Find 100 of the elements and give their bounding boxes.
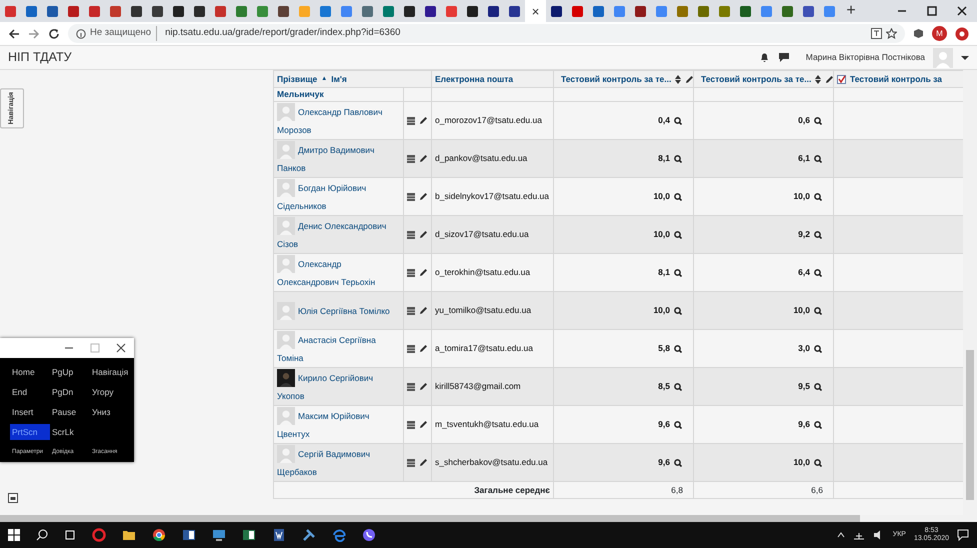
network-icon[interactable]	[852, 530, 865, 540]
search-icon[interactable]	[814, 458, 822, 466]
folder-icon[interactable]	[122, 528, 136, 542]
pencil-icon[interactable]	[419, 382, 428, 391]
back-icon[interactable]	[8, 28, 20, 40]
record-icon[interactable]	[955, 26, 969, 40]
extension-icon[interactable]	[913, 28, 924, 39]
keyboard-key[interactable]: PgUp	[50, 364, 90, 380]
pencil-icon[interactable]	[419, 230, 428, 239]
pencil-icon[interactable]	[419, 192, 428, 201]
pencil-icon[interactable]	[419, 306, 428, 315]
keyboard-key[interactable]: ScrLk	[50, 424, 90, 440]
sort-firstname-link[interactable]: Ім'я	[331, 72, 347, 86]
computer-icon[interactable]	[212, 528, 226, 542]
search-icon[interactable]	[814, 306, 822, 314]
grade-value[interactable]: 8,1	[658, 266, 670, 279]
grade-value[interactable]: 6,4	[798, 266, 810, 279]
star-icon[interactable]	[886, 28, 897, 39]
pencil-icon[interactable]	[419, 420, 428, 429]
search-icon[interactable]	[814, 192, 822, 200]
chrome-icon[interactable]	[152, 528, 166, 542]
grade-value[interactable]: 9,5	[798, 380, 810, 393]
grade-value[interactable]: 9,6	[658, 418, 670, 431]
reload-icon[interactable]	[48, 28, 60, 40]
search-icon[interactable]	[674, 268, 682, 276]
keyboard-key[interactable]: Униз	[90, 404, 134, 420]
table-icon[interactable]	[407, 268, 415, 276]
pencil-icon[interactable]	[419, 154, 428, 163]
keyboard-key[interactable]: PgDn	[50, 384, 90, 400]
grade-value[interactable]: 10,0	[793, 456, 810, 469]
keyboard-key[interactable]: Home	[10, 364, 50, 380]
keyboard-key[interactable]: PrtScn	[10, 424, 50, 440]
grade-value[interactable]: 9,6	[798, 418, 810, 431]
grade-value[interactable]: 10,0	[653, 190, 670, 203]
grade-value[interactable]: 10,0	[793, 190, 810, 203]
table-icon[interactable]	[407, 116, 415, 124]
new-tab-button[interactable]: +	[840, 3, 862, 19]
windows-logo-icon[interactable]	[8, 529, 20, 541]
photo-placeholder[interactable]	[277, 368, 295, 386]
forward-icon[interactable]	[28, 28, 40, 40]
sort-icon[interactable]	[815, 74, 822, 84]
profile-avatar[interactable]: M	[932, 26, 947, 41]
translate-icon[interactable]	[871, 28, 882, 39]
grade-value[interactable]: 8,1	[658, 152, 670, 165]
search-icon[interactable]	[674, 420, 682, 428]
search-icon[interactable]	[814, 230, 822, 238]
table-icon[interactable]	[407, 192, 415, 200]
search-icon[interactable]	[36, 529, 48, 541]
grade-value[interactable]: 8,5	[658, 380, 670, 393]
search-icon[interactable]	[674, 116, 682, 124]
chevron-up-icon[interactable]	[836, 532, 845, 538]
keyboard-key[interactable]: Навігація	[90, 364, 134, 380]
grade-value[interactable]: 9,2	[798, 228, 810, 241]
grade-value[interactable]: 10,0	[793, 304, 810, 317]
grade-value[interactable]: 0,4	[658, 114, 670, 127]
sort-surname-link[interactable]: Прізвище	[277, 72, 318, 86]
search-icon[interactable]	[814, 382, 822, 390]
table-icon[interactable]	[407, 306, 415, 314]
address-bar[interactable]: Не защищено nip.tsatu.edu.ua/grade/report/grader/index.php?id=6360	[68, 24, 905, 43]
keyboard-key[interactable]: Insert	[10, 404, 50, 420]
user-name[interactable]: Марина Вікторівна Постнікова	[806, 51, 925, 64]
notification-icon[interactable]	[957, 529, 969, 541]
browser-tab[interactable]: ×	[525, 0, 546, 22]
sort-icon[interactable]	[675, 74, 682, 84]
collapse-icon[interactable]	[8, 493, 18, 503]
search-icon[interactable]	[674, 382, 682, 390]
grade-value[interactable]: 5,8	[658, 342, 670, 355]
pencil-icon[interactable]	[419, 344, 428, 353]
table-icon[interactable]	[407, 154, 415, 162]
scrollbar-thumb[interactable]	[0, 515, 860, 522]
chat-icon[interactable]	[778, 52, 790, 63]
search-icon[interactable]	[674, 344, 682, 352]
edge-icon[interactable]	[332, 528, 346, 542]
grade-value[interactable]: 3,0	[798, 342, 810, 355]
bell-icon[interactable]	[758, 52, 770, 63]
table-icon[interactable]	[407, 344, 415, 352]
task-view-icon[interactable]	[64, 529, 76, 541]
grade-value[interactable]: 9,6	[658, 456, 670, 469]
search-icon[interactable]	[814, 268, 822, 276]
keyboard-key[interactable]: Угору	[90, 384, 134, 400]
grade-value[interactable]: 0,6	[798, 114, 810, 127]
search-icon[interactable]	[674, 306, 682, 314]
table-icon[interactable]	[407, 382, 415, 390]
viber-icon[interactable]	[362, 528, 376, 542]
keyboard-key[interactable]: End	[10, 384, 50, 400]
pencil-icon[interactable]	[419, 458, 428, 467]
search-icon[interactable]	[814, 420, 822, 428]
grade-value[interactable]: 10,0	[653, 228, 670, 241]
document-icon[interactable]	[272, 528, 286, 542]
opera-icon[interactable]	[92, 528, 106, 542]
grade-value[interactable]: 10,0	[653, 304, 670, 317]
table-icon[interactable]	[407, 420, 415, 428]
caret-icon[interactable]	[961, 54, 969, 60]
keyboard-key[interactable]: Pause	[50, 404, 90, 420]
info-icon[interactable]	[76, 28, 86, 38]
scrollbar-thumb[interactable]	[966, 350, 974, 500]
search-icon[interactable]	[674, 192, 682, 200]
search-icon[interactable]	[674, 458, 682, 466]
pencil-icon[interactable]	[419, 268, 428, 277]
site-name-link[interactable]: НІП ТДАТУ	[8, 48, 72, 67]
